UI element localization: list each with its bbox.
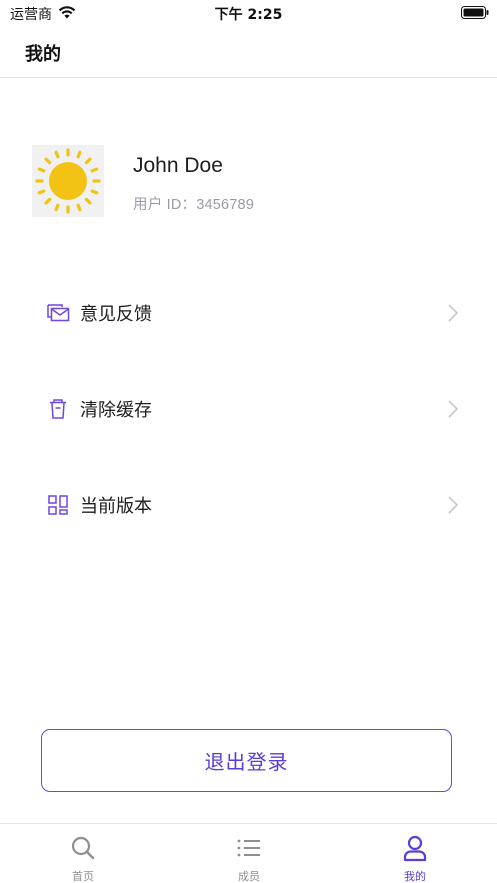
search-icon xyxy=(71,836,95,860)
battery-icon xyxy=(461,6,489,19)
grid-icon xyxy=(48,495,68,515)
trash-icon xyxy=(50,399,66,419)
status-time: 下午 2:25 xyxy=(214,7,283,23)
logout-button[interactable]: 退出登录 xyxy=(41,729,452,792)
page-title: 我的 xyxy=(25,44,61,65)
list-icon xyxy=(237,839,260,857)
status-bar: 运营商 下午 2:25 xyxy=(0,0,497,26)
menu-item-label: 清除缓存 xyxy=(80,400,152,421)
menu-item-feedback[interactable]: 意见反馈 xyxy=(0,283,497,343)
person-icon xyxy=(403,835,427,862)
menu-item-label: 当前版本 xyxy=(80,496,152,517)
tab-bar: 首页 成员 我的 xyxy=(0,823,497,883)
tab-label: 我的 xyxy=(404,870,426,883)
tab-label: 成员 xyxy=(238,870,260,883)
avatar[interactable] xyxy=(32,145,104,217)
tab-home[interactable]: 首页 xyxy=(0,824,166,883)
tab-label: 首页 xyxy=(72,870,94,883)
profile-name: John Doe xyxy=(133,154,223,177)
menu-item-version[interactable]: 当前版本 xyxy=(0,475,497,535)
mail-feedback-icon xyxy=(47,304,70,322)
chevron-right-icon xyxy=(448,496,459,514)
chevron-right-icon xyxy=(448,400,459,418)
menu-item-label: 意见反馈 xyxy=(80,304,152,325)
profile-screen: 运营商 下午 2:25 我的 John Doe 用户 ID：3456789 意见… xyxy=(0,0,497,883)
nav-bar: 我的 xyxy=(0,26,497,78)
tab-mine[interactable]: 我的 xyxy=(332,824,497,883)
chevron-right-icon xyxy=(448,304,459,322)
profile-user-id: 用户 ID：3456789 xyxy=(133,197,255,213)
sun-icon xyxy=(35,148,101,214)
tab-members[interactable]: 成员 xyxy=(166,824,332,883)
menu-item-clear-cache[interactable]: 清除缓存 xyxy=(0,379,497,439)
